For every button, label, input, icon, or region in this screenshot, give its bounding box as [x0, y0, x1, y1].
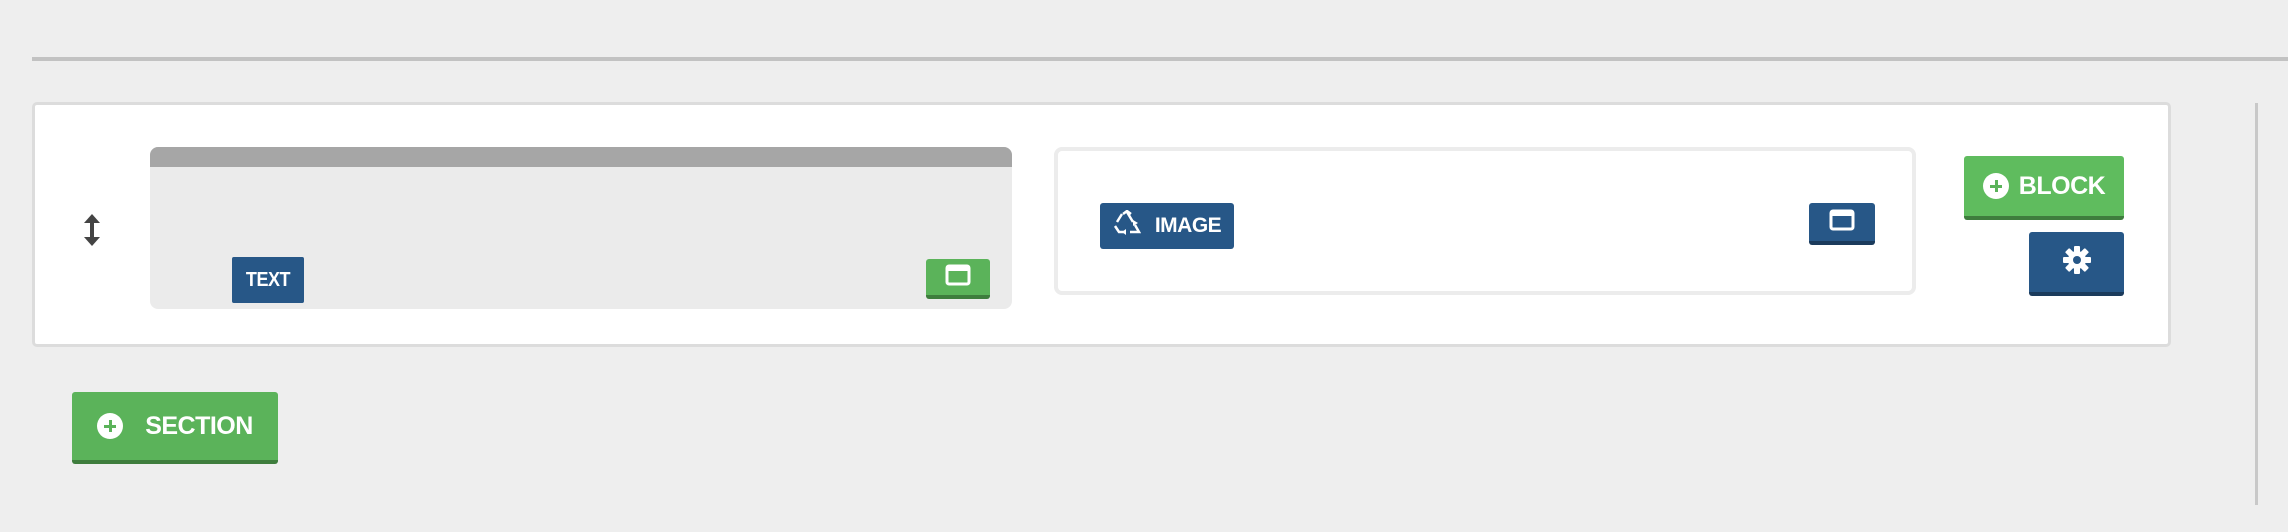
section-card: TEXT IMAGE [32, 102, 2171, 347]
add-block-label: BLOCK [2018, 171, 2106, 200]
block-header-bar [150, 147, 1012, 167]
text-block-label: TEXT [245, 268, 291, 291]
text-block[interactable]: TEXT [150, 147, 1012, 309]
text-block-view-button[interactable] [926, 259, 990, 299]
image-block[interactable]: IMAGE [1054, 147, 1916, 295]
text-block-button[interactable]: TEXT [232, 257, 304, 303]
image-block-label: IMAGE [1154, 214, 1222, 237]
window-icon [945, 264, 971, 291]
add-section-button[interactable]: SECTION [72, 392, 278, 464]
image-block-view-button[interactable] [1809, 203, 1875, 245]
image-block-button[interactable]: IMAGE [1100, 203, 1234, 249]
top-divider [32, 57, 2288, 61]
section-settings-button[interactable] [2029, 232, 2124, 296]
plus-circle-icon [97, 413, 124, 439]
window-icon [1829, 209, 1855, 236]
right-divider [2255, 103, 2258, 505]
gear-icon [2062, 245, 2092, 280]
add-section-label: SECTION [145, 411, 253, 440]
recycle-icon [1113, 209, 1141, 242]
add-block-button[interactable]: BLOCK [1964, 156, 2124, 220]
plus-circle-icon [1982, 173, 2009, 199]
drag-handle-icon[interactable] [81, 213, 103, 247]
